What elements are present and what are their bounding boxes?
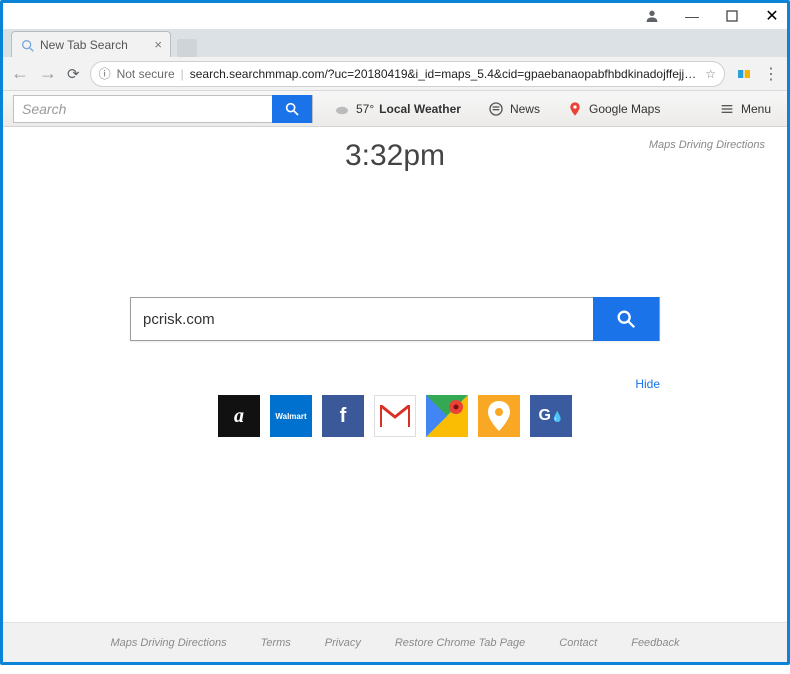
maximize-button[interactable]	[723, 7, 741, 25]
url-text: search.searchmmap.com/?uc=20180419&i_id=…	[190, 67, 699, 81]
tile-walmart[interactable]: Walmart	[270, 395, 312, 437]
tab-title: New Tab Search	[40, 38, 128, 52]
search-icon	[20, 38, 34, 52]
tile-directions[interactable]	[478, 395, 520, 437]
tab-strip: New Tab Search ×	[3, 29, 787, 57]
main-search	[130, 297, 660, 341]
hide-link[interactable]: Hide	[130, 377, 660, 391]
tab-close-icon[interactable]: ×	[154, 37, 162, 52]
close-button[interactable]: ✕	[763, 7, 781, 25]
menu-label: Menu	[741, 102, 771, 116]
hamburger-icon	[718, 100, 736, 118]
tile-facebook[interactable]: f	[322, 395, 364, 437]
profile-icon[interactable]	[643, 7, 661, 25]
footer-link[interactable]: Privacy	[325, 637, 361, 649]
new-tab-button[interactable]	[177, 39, 197, 57]
brand-text: Maps Driving Directions	[649, 139, 765, 151]
window-titlebar: — ✕	[3, 3, 787, 29]
back-button[interactable]: ←	[11, 63, 29, 84]
toolbar-search-input[interactable]	[14, 101, 272, 117]
google-maps-icon	[426, 395, 468, 437]
footer-link[interactable]: Terms	[261, 637, 291, 649]
toolbar-search	[13, 95, 313, 123]
browser-tab[interactable]: New Tab Search ×	[11, 31, 171, 57]
tile-amazon[interactable]: a	[218, 395, 260, 437]
forward-button[interactable]: →	[39, 63, 57, 84]
quick-links-row: a Walmart f G💧	[218, 395, 572, 437]
chrome-menu-icon[interactable]: ⋮	[763, 64, 779, 84]
reload-button[interactable]: ⟳	[67, 65, 80, 83]
tile-gas[interactable]: G💧	[530, 395, 572, 437]
page-toolbar: 57° Local Weather News Google Maps Menu	[3, 91, 787, 127]
page-content: 3:32pm Maps Driving Directions Hide a Wa…	[3, 127, 787, 622]
main-search-button[interactable]	[593, 297, 659, 341]
bookmark-star-icon[interactable]: ☆	[705, 67, 716, 81]
google-maps-link[interactable]: Google Maps	[560, 97, 666, 121]
extension-icon[interactable]	[735, 65, 753, 83]
footer-link[interactable]: Restore Chrome Tab Page	[395, 637, 525, 649]
footer-link[interactable]: Contact	[559, 637, 597, 649]
omnibox[interactable]: ⓘ Not secure | search.searchmmap.com/?uc…	[90, 61, 725, 87]
address-bar-row: ← → ⟳ ⓘ Not secure | search.searchmmap.c…	[3, 57, 787, 91]
menu-button[interactable]: Menu	[712, 97, 777, 121]
footer-link[interactable]: Feedback	[631, 637, 679, 649]
directions-icon	[478, 395, 520, 437]
weather-label: Local Weather	[379, 102, 461, 116]
maps-pin-icon	[566, 100, 584, 118]
security-label: Not secure	[117, 67, 175, 81]
page-footer: Maps Driving Directions Terms Privacy Re…	[3, 622, 787, 662]
gmail-icon	[380, 405, 410, 427]
main-search-input[interactable]	[131, 311, 593, 328]
footer-link[interactable]: Maps Driving Directions	[110, 637, 226, 649]
tile-google-maps[interactable]	[426, 395, 468, 437]
maps-label: Google Maps	[589, 102, 660, 116]
news-link[interactable]: News	[481, 97, 546, 121]
news-icon	[487, 100, 505, 118]
weather-temp: 57°	[356, 102, 374, 116]
info-icon: ⓘ	[99, 65, 111, 82]
clock-display: 3:32pm	[345, 139, 445, 173]
weather-widget[interactable]: 57° Local Weather	[327, 97, 467, 121]
weather-icon	[333, 100, 351, 118]
minimize-button[interactable]: —	[683, 7, 701, 25]
toolbar-search-button[interactable]	[272, 95, 312, 123]
news-label: News	[510, 102, 540, 116]
tile-gmail[interactable]	[374, 395, 416, 437]
